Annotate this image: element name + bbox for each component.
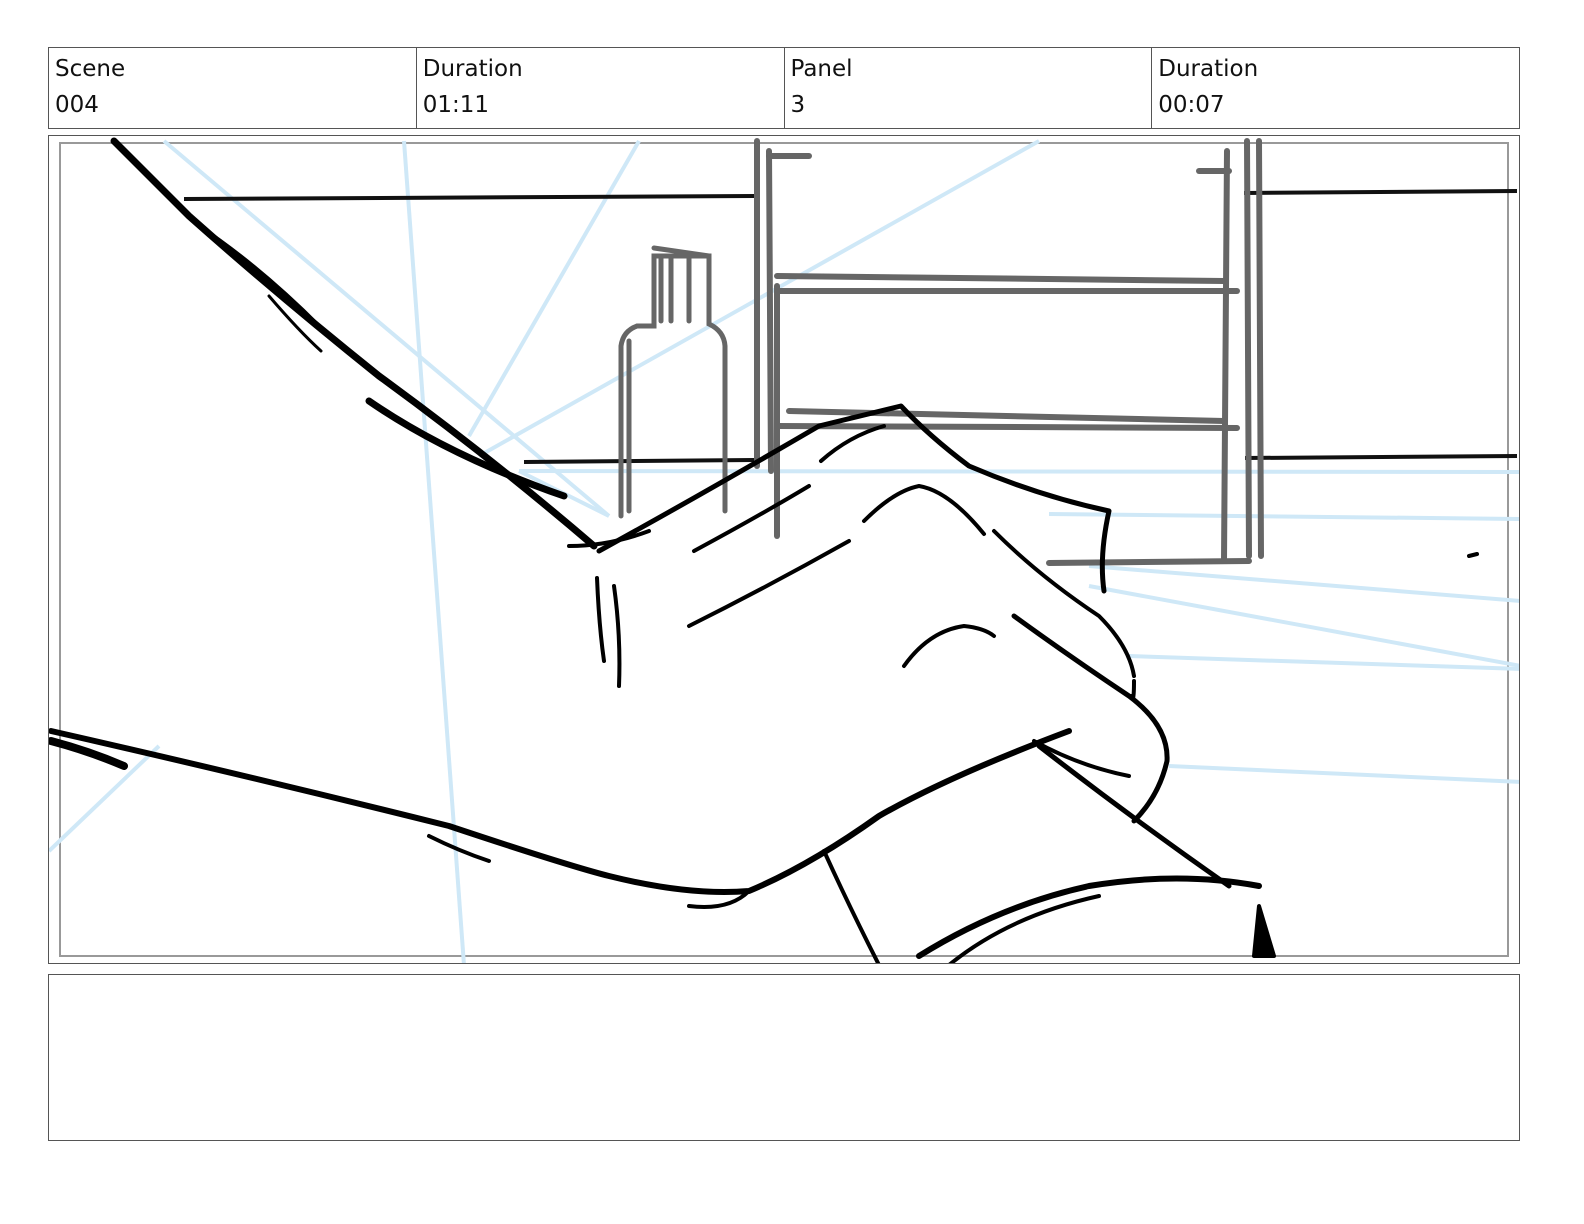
bottle-sketch	[618, 245, 728, 519]
scene-cell: Scene 004	[49, 48, 417, 128]
storyboard-panel-frame	[48, 135, 1520, 964]
scene-duration-cell: Duration 01:11	[417, 48, 785, 128]
perspective-guides	[49, 139, 1519, 963]
panel-sketch	[49, 137, 1519, 963]
scene-value: 004	[55, 92, 99, 118]
scene-duration-value: 01:11	[422, 92, 490, 118]
panel-label: Panel	[790, 56, 853, 82]
scene-duration-label: Duration	[422, 56, 523, 82]
panel-cell: Panel 3	[785, 48, 1153, 128]
scene-label: Scene	[55, 56, 126, 82]
safe-area-border	[59, 142, 1509, 957]
panel-value: 3	[790, 92, 806, 118]
panel-duration-cell: Duration 00:07	[1152, 48, 1519, 128]
panel-notes-box	[48, 974, 1520, 1141]
shelf-unit	[754, 138, 1264, 566]
storyboard-header: Scene 004 Duration 01:11 Panel 3 Duratio…	[48, 47, 1520, 129]
panel-duration-label: Duration	[1158, 56, 1259, 82]
panel-duration-value: 00:07	[1158, 92, 1225, 118]
